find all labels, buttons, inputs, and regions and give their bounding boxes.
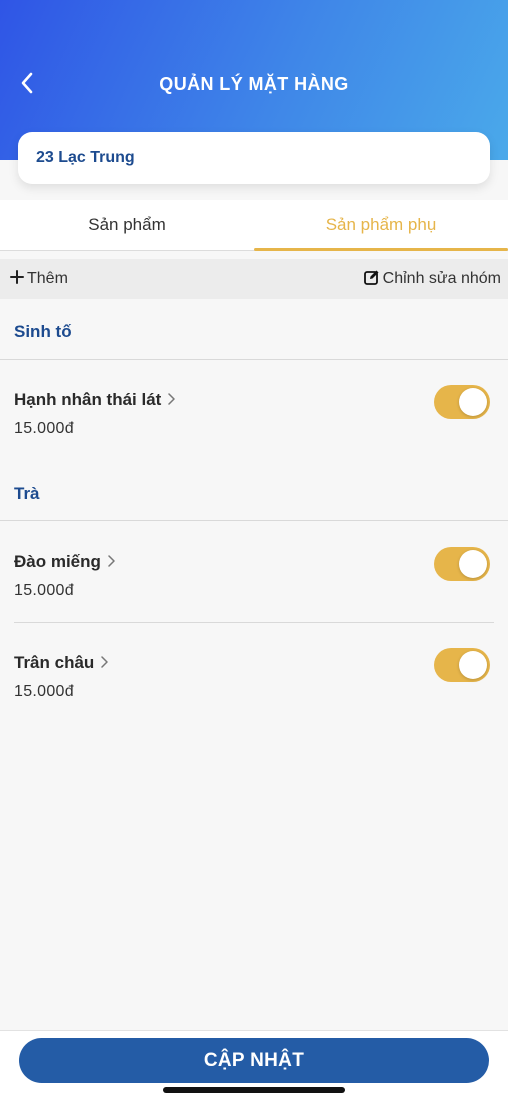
enabled-toggle[interactable] — [434, 385, 490, 419]
item-price: 15.000đ — [14, 683, 74, 700]
chevron-right-icon — [100, 653, 109, 673]
toggle-knob — [459, 550, 487, 578]
item-name: Đào miếng — [14, 552, 101, 571]
list-item[interactable]: Đào miếng 15.000đ — [0, 547, 508, 632]
list-item[interactable]: Trân châu 15.000đ — [0, 648, 508, 733]
add-button[interactable]: Thêm — [10, 269, 68, 289]
page-title: QUẢN LÝ MẶT HÀNG — [159, 74, 349, 94]
chevron-right-icon — [167, 390, 176, 410]
item-name-row[interactable]: Trân châu — [14, 653, 109, 673]
item-name: Trân châu — [14, 653, 95, 672]
toggle-knob — [459, 651, 487, 679]
plus-icon — [10, 269, 24, 289]
chevron-right-icon — [107, 552, 115, 572]
bottom-bar: CẬP NHẬT — [0, 1030, 508, 1101]
group-title: Sinh tố — [14, 322, 72, 341]
item-price: 15.000đ — [14, 420, 74, 437]
tab-sub-products[interactable]: Sản phẩm phụ — [254, 200, 508, 251]
store-selector[interactable]: 23 Lạc Trung — [18, 132, 490, 184]
update-button[interactable]: CẬP NHẬT — [19, 1038, 489, 1083]
edit-icon — [363, 269, 380, 290]
divider — [0, 359, 508, 360]
tab-bar: Sản phẩm Sản phẩm phụ — [0, 200, 508, 251]
enabled-toggle[interactable] — [434, 547, 490, 581]
item-name-row[interactable]: Đào miếng — [14, 552, 115, 572]
toggle-knob — [459, 388, 487, 416]
item-name-row[interactable]: Hạnh nhân thái lát — [14, 390, 176, 410]
group-title: Trà — [14, 484, 40, 503]
divider — [0, 520, 508, 521]
add-label: Thêm — [27, 270, 68, 287]
edit-group-label: Chỉnh sửa nhóm — [382, 270, 501, 287]
store-name: 23 Lạc Trung — [36, 149, 135, 166]
divider — [14, 622, 494, 623]
list-item[interactable]: Hạnh nhân thái lát 15.000đ — [0, 385, 508, 470]
item-name: Hạnh nhân thái lát — [14, 390, 162, 409]
home-indicator — [163, 1087, 345, 1093]
item-price: 15.000đ — [14, 582, 74, 599]
tab-products[interactable]: Sản phẩm — [0, 200, 254, 250]
edit-group-button[interactable]: Chỉnh sửa nhóm — [363, 269, 501, 290]
toolbar: Thêm Chỉnh sửa nhóm — [0, 259, 508, 299]
enabled-toggle[interactable] — [434, 648, 490, 682]
